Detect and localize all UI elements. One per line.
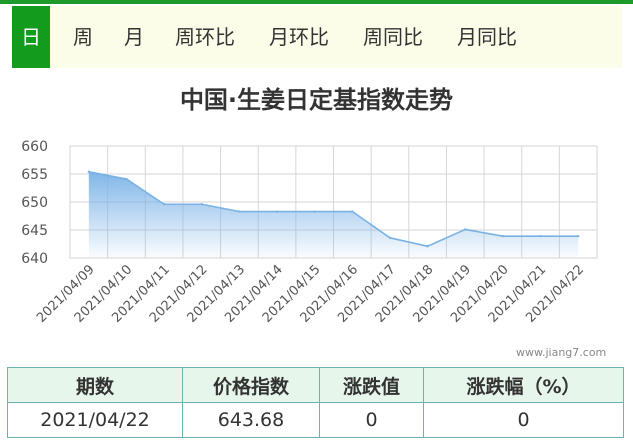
- data-point: [351, 210, 354, 213]
- data-point: [464, 228, 467, 231]
- data-point: [125, 177, 128, 181]
- table-header-row: 期数 价格指数 涨跌值 涨跌幅（%）: [7, 367, 624, 403]
- index-table: 期数 价格指数 涨跌值 涨跌幅（%） 2021/04/22 643.68 0 0: [7, 367, 624, 438]
- header-period: 期数: [7, 367, 183, 403]
- data-point: [200, 203, 203, 206]
- header-change-percent: 涨跌幅（%）: [423, 367, 624, 403]
- table-row: 2021/04/22 643.68 0 0: [7, 402, 624, 438]
- data-point: [501, 234, 505, 238]
- y-tick-label: 650: [21, 195, 48, 211]
- data-point: [576, 234, 580, 238]
- data-point: [238, 210, 241, 213]
- cell-change-value: 0: [319, 402, 424, 438]
- data-point: [539, 234, 542, 238]
- data-point: [313, 210, 316, 213]
- y-tick-label: 645: [21, 223, 48, 239]
- y-tick-label: 660: [21, 139, 48, 155]
- header-change-value: 涨跌值: [319, 367, 424, 403]
- data-point: [275, 210, 279, 213]
- data-point: [426, 245, 429, 248]
- cell-change-percent: 0: [423, 402, 624, 438]
- data-point: [87, 170, 91, 173]
- y-tick-label: 640: [21, 251, 48, 267]
- cell-period: 2021/04/22: [7, 402, 183, 438]
- watermark: www.jiang7.com: [516, 346, 607, 359]
- y-tick-label: 655: [21, 167, 48, 183]
- data-point: [162, 203, 166, 206]
- data-point: [388, 236, 392, 240]
- cell-price-index: 643.68: [182, 402, 320, 438]
- header-price-index: 价格指数: [182, 367, 320, 403]
